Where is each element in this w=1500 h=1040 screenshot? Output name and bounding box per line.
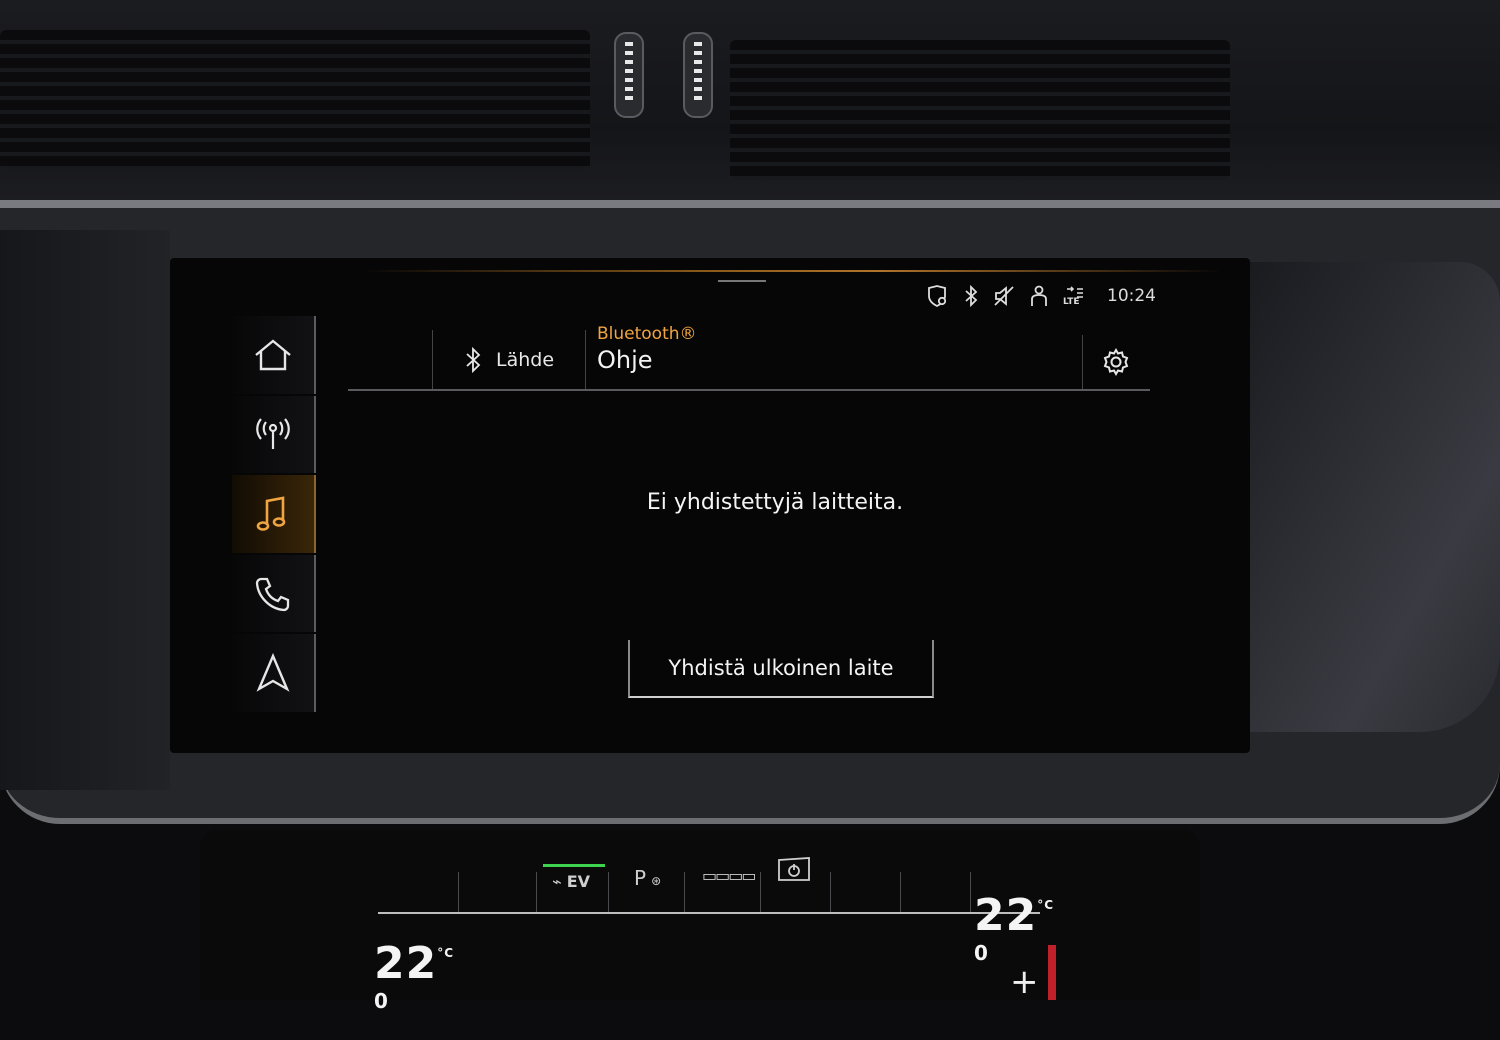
clock: 10:24: [1107, 286, 1156, 306]
gear-icon: [1103, 347, 1129, 377]
temperature-level-bar: [1048, 945, 1056, 1000]
sidebar-item-radio[interactable]: [232, 395, 316, 474]
radio-antenna-icon: [256, 418, 290, 450]
dashboard-top: [0, 0, 1500, 215]
right-temp-unit: °C: [1037, 898, 1055, 912]
bluetooth-icon: [466, 346, 481, 374]
location-shield-icon: [925, 284, 949, 308]
phone-icon: [255, 577, 290, 611]
sidebar-item-phone[interactable]: [232, 554, 316, 633]
climate-divider: [536, 872, 537, 912]
vent-adjuster-left[interactable]: [614, 32, 644, 118]
bezel-glass-right: [1250, 262, 1500, 732]
temp-increase-button[interactable]: +: [1010, 962, 1039, 1002]
power-icon: [778, 857, 810, 881]
climate-divider: [900, 872, 901, 912]
settings-button[interactable]: [1082, 335, 1149, 389]
air-vent-left: [0, 30, 590, 170]
climate-divider: [608, 872, 609, 912]
air-vent-right: [730, 40, 1230, 180]
bezel-side-left: [0, 230, 170, 790]
seat-heating-button[interactable]: ▭▭▭▭: [702, 866, 756, 885]
left-temp-value: 22: [374, 938, 438, 989]
ev-active-indicator: [543, 864, 605, 867]
climate-divider: [458, 872, 459, 912]
climate-divider-line: [378, 912, 1040, 914]
screen-title-block: Bluetooth® Ohje: [597, 324, 697, 374]
person-help-icon: [1029, 285, 1049, 307]
car-icon: ⌁: [552, 872, 562, 891]
climate-divider: [970, 872, 971, 912]
parking-heater-button[interactable]: P ⊛: [634, 866, 661, 890]
header-divider: [348, 389, 1150, 391]
mute-icon: [993, 285, 1015, 307]
source-button-label: Lähde: [495, 349, 555, 371]
fan-icon: ⊛: [651, 874, 662, 888]
parking-label: P: [634, 866, 647, 890]
right-temp-value: 22: [974, 890, 1038, 941]
bluetooth-icon: [963, 285, 979, 307]
climate-divider: [830, 872, 831, 912]
connect-external-device-button[interactable]: Yhdistä ulkoinen laite: [628, 640, 934, 698]
left-temperature[interactable]: 22°C 0: [374, 938, 454, 1040]
climate-divider: [760, 872, 761, 912]
climate-divider: [684, 872, 685, 912]
home-icon: [255, 339, 291, 370]
vent-adjuster-right[interactable]: [683, 32, 713, 118]
screen-subtitle: Bluetooth®: [597, 324, 697, 344]
left-temp-unit: °C: [437, 946, 455, 960]
left-temp-decimal: 0: [374, 989, 389, 1013]
climate-power-button[interactable]: [776, 856, 812, 888]
sidebar-item-media[interactable]: [232, 475, 316, 553]
lte-signal-icon: LTE: [1063, 284, 1087, 308]
seat-heating-icon: ▭▭▭▭: [702, 866, 756, 885]
no-devices-message: Ei yhdistettyjä laitteita.: [646, 490, 904, 515]
navigation-arrow-icon: [256, 653, 290, 692]
lte-label: LTE: [1063, 297, 1080, 307]
sidebar-item-home[interactable]: [232, 316, 316, 394]
status-bar: LTE 10:24: [925, 282, 1156, 310]
music-note-icon: [256, 496, 286, 531]
main-menu-sidebar: [232, 316, 316, 714]
pull-down-handle[interactable]: [718, 280, 766, 282]
source-button[interactable]: Lähde: [432, 330, 586, 390]
ev-mode-button[interactable]: ⌁ EV: [552, 872, 590, 891]
screen-title: Ohje: [597, 346, 653, 374]
right-temp-decimal: 0: [974, 941, 989, 965]
sidebar-item-navigation[interactable]: [232, 634, 316, 712]
screen-top-accent-line: [362, 270, 1222, 272]
ev-label: EV: [566, 872, 591, 891]
